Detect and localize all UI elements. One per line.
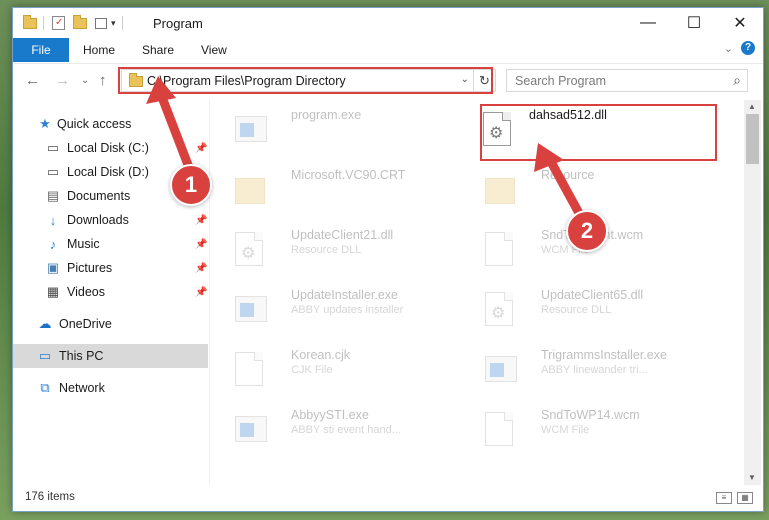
callout-one: 1 xyxy=(170,164,212,206)
arrow-one-shaft xyxy=(155,87,195,175)
annotation-arrows xyxy=(146,76,585,220)
callout-two: 2 xyxy=(566,210,608,252)
arrow-one-head xyxy=(146,76,176,104)
arrow-two-head xyxy=(534,143,564,172)
arrow-two-shaft xyxy=(545,155,585,220)
